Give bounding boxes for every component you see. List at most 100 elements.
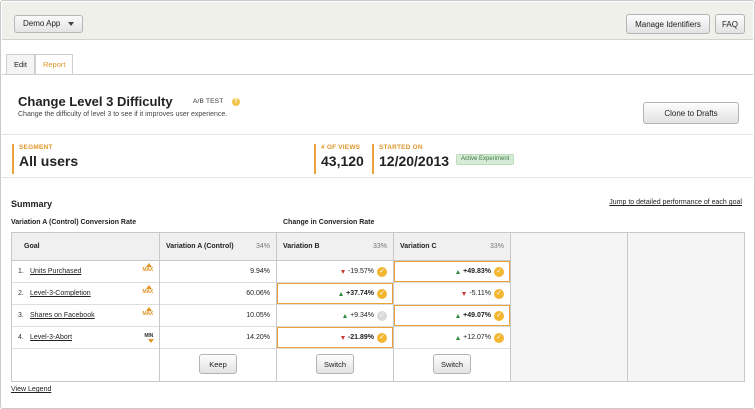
variation-b-pct: 33%: [372, 243, 387, 250]
jump-to-details-link[interactable]: Jump to detailed performance of each goa…: [609, 199, 742, 206]
table-row: 3. Shares on Facebook MAX: [12, 305, 159, 327]
min-goal-icon: MIN: [144, 333, 154, 343]
view-legend-link[interactable]: View Legend: [11, 386, 51, 393]
variation-a-header: Variation A (Control) 34%: [160, 233, 276, 261]
max-goal-icon: MAX: [142, 285, 153, 295]
keep-button[interactable]: Keep: [199, 354, 237, 374]
goal-link[interactable]: Units Purchased: [30, 268, 81, 275]
top-bar: Demo App Manage Identifiers FAQ: [2, 2, 753, 40]
conversion-rate: 10.05%: [246, 312, 270, 319]
change-conversion-heading: Change in Conversion Rate: [283, 219, 375, 226]
variation-b-header: Variation B 33%: [277, 233, 393, 261]
goal-link[interactable]: Level-3-Abort: [30, 334, 72, 341]
checkmark-icon: ✓: [377, 332, 387, 343]
variation-a-column: Variation A (Control) 34% 9.94% 60.06% 1…: [160, 233, 277, 381]
variation-c-actions: Switch: [394, 349, 510, 379]
started-stat: STARTED ON 12/20/2013: [372, 144, 449, 174]
variation-c-pct: 33%: [489, 243, 504, 250]
views-stat: # OF VIEWS 43,120: [314, 144, 364, 174]
checkmark-icon: ✓: [494, 310, 504, 321]
table-row: 4. Level-3-Abort MIN: [12, 327, 159, 349]
goal-number: 2.: [18, 290, 24, 297]
arrow-down-icon: [340, 269, 345, 274]
change-value: -5.11%: [469, 290, 491, 297]
table-row: -21.89% ✓: [277, 327, 393, 349]
segment-stat: SEGMENT All users: [12, 144, 78, 174]
switch-button[interactable]: Switch: [316, 354, 354, 374]
empty-column: [628, 233, 744, 381]
table-row: 1. Units Purchased MAX: [12, 261, 159, 283]
segment-value: All users: [19, 153, 79, 169]
table-row: 2. Level-3-Completion MAX: [12, 283, 159, 305]
manage-identifiers-button[interactable]: Manage Identifiers: [626, 14, 710, 34]
checkmark-icon: ✓: [377, 288, 387, 299]
change-value: +12.07%: [463, 334, 491, 341]
variation-b-label: Variation B: [283, 243, 320, 250]
variation-c-column: Variation C 33% +49.83% ✓ -5.11% ✓ +49.07%…: [394, 233, 511, 381]
goal-header: Goal: [12, 233, 159, 261]
arrow-down-icon: [462, 291, 467, 296]
views-value: 43,120: [321, 153, 364, 169]
table-row: +49.07% ✓: [394, 305, 510, 327]
arrow-up-icon: [456, 335, 461, 340]
goal-number: 4.: [18, 334, 24, 341]
checkmark-icon: ✓: [377, 310, 387, 321]
variation-b-actions: Switch: [277, 349, 393, 379]
conversion-rate: 60.06%: [246, 290, 270, 297]
summary-table: Goal 1. Units Purchased MAX 2. Level-3-C…: [11, 232, 745, 382]
checkmark-icon: ✓: [494, 332, 504, 343]
status-badge: Active Experiment: [456, 154, 515, 165]
variation-c-header: Variation C 33%: [394, 233, 510, 261]
table-row: -19.57% ✓: [277, 261, 393, 283]
control-conversion-heading: Variation A (Control) Conversion Rate: [11, 219, 137, 226]
goal-number: 1.: [18, 268, 24, 275]
stats-bar: SEGMENT All users # OF VIEWS 43,120 STAR…: [2, 134, 753, 178]
checkmark-icon: ✓: [377, 266, 387, 277]
arrow-up-icon: [456, 269, 461, 274]
clone-to-drafts-button[interactable]: Clone to Drafts: [643, 102, 739, 124]
app-window: Demo App Manage Identifiers FAQ Edit Rep…: [0, 0, 755, 409]
help-icon[interactable]: ?: [232, 98, 240, 106]
variation-c-label: Variation C: [400, 243, 437, 250]
switch-button[interactable]: Switch: [433, 354, 471, 374]
goal-link[interactable]: Shares on Facebook: [30, 312, 95, 319]
table-row: 14.20%: [160, 327, 276, 349]
goal-column: Goal 1. Units Purchased MAX 2. Level-3-C…: [12, 233, 160, 381]
experiment-title: Change Level 3 Difficulty: [18, 94, 173, 109]
change-value: +37.74%: [346, 290, 374, 297]
faq-button[interactable]: FAQ: [715, 14, 745, 34]
table-row: +37.74% ✓: [277, 283, 393, 305]
tab-report[interactable]: Report: [34, 54, 74, 75]
table-row: +9.34% ✓: [277, 305, 393, 327]
checkmark-icon: ✓: [494, 288, 504, 299]
change-value: -21.89%: [347, 334, 374, 341]
arrow-up-icon: [343, 313, 348, 318]
started-value: 12/20/2013: [379, 153, 450, 169]
tab-edit[interactable]: Edit: [6, 54, 35, 74]
app-selector-dropdown[interactable]: Demo App: [14, 15, 84, 33]
empty-column: [511, 233, 628, 381]
table-row: 9.94%: [160, 261, 276, 283]
arrow-up-icon: [456, 313, 461, 318]
change-value: -19.57%: [347, 268, 374, 275]
max-goal-icon: MAX: [142, 263, 153, 273]
max-goal-icon: MAX: [142, 307, 153, 317]
conversion-rate: 9.94%: [250, 268, 270, 275]
table-row: 60.06%: [160, 283, 276, 305]
segment-label: SEGMENT: [19, 144, 53, 151]
change-value: +49.83%: [463, 268, 491, 275]
summary-title: Summary: [11, 199, 53, 209]
table-row: +49.83% ✓: [394, 261, 510, 283]
goal-link[interactable]: Level-3-Completion: [30, 290, 91, 297]
conversion-rate: 14.20%: [246, 334, 270, 341]
goal-number: 3.: [18, 312, 24, 319]
table-row: -5.11% ✓: [394, 283, 510, 305]
experiment-type: A/B TEST: [193, 98, 224, 105]
variation-a-pct: 34%: [255, 243, 270, 250]
tab-divider: [2, 74, 753, 75]
experiment-description: Change the difficulty of level 3 to see …: [18, 111, 228, 118]
arrow-up-icon: [339, 291, 344, 296]
arrow-down-icon: [340, 335, 345, 340]
views-label: # OF VIEWS: [321, 144, 361, 151]
checkmark-icon: ✓: [494, 266, 504, 277]
